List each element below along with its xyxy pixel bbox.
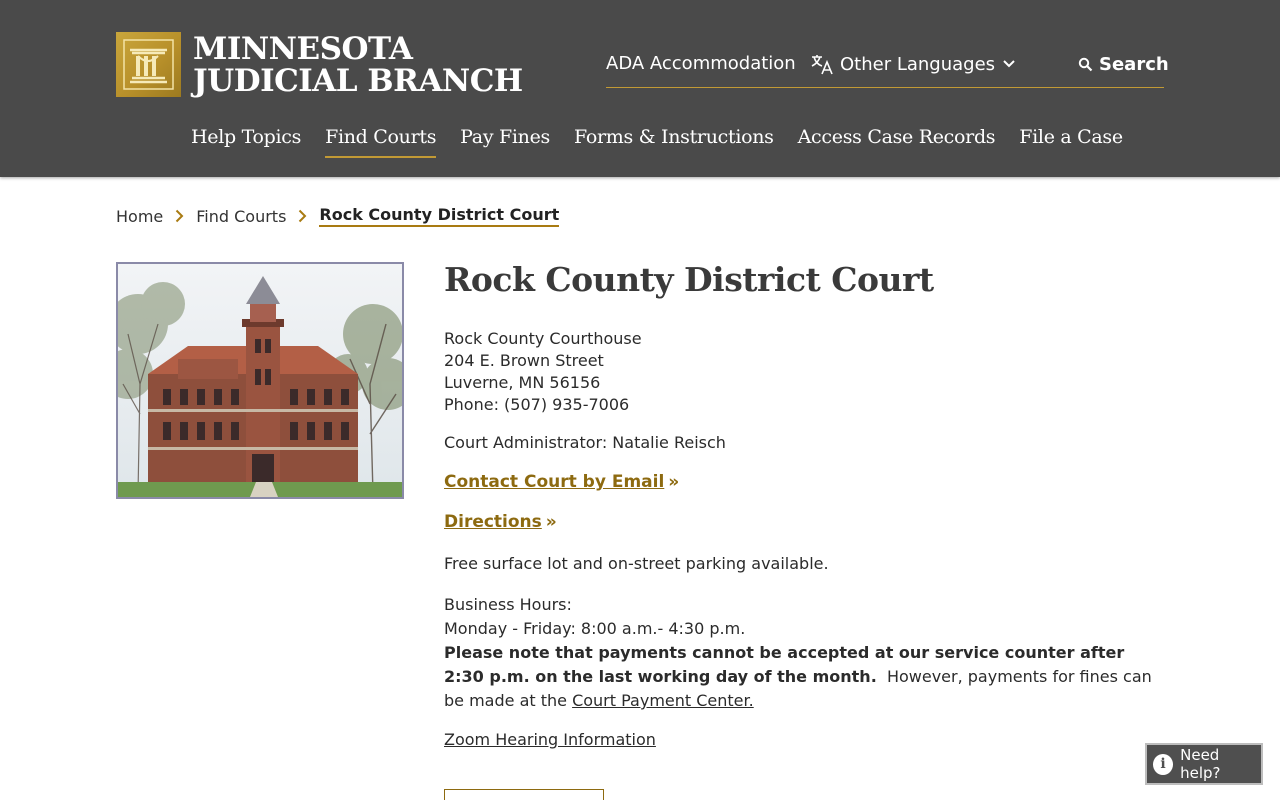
link-arrow: » [668, 472, 680, 492]
breadcrumb-home[interactable]: Home [116, 207, 163, 226]
other-languages-label: Other Languages [840, 53, 996, 75]
need-help-label: Need help? [1180, 746, 1221, 782]
court-address: Rock County Courthouse 204 E. Brown Stre… [444, 328, 1164, 416]
court-payment-center-link[interactable]: Court Payment Center. [572, 691, 754, 710]
nav-forms-instructions[interactable]: Forms & Instructions [574, 126, 774, 158]
courthouse-photo [116, 262, 404, 499]
search-label: Search [1099, 54, 1169, 75]
breadcrumb: Home Find Courts Rock County District Co… [116, 205, 560, 227]
zoom-hearing-link[interactable]: Zoom Hearing Information [444, 729, 656, 751]
nav-access-case-records[interactable]: Access Case Records [798, 126, 996, 158]
hours-value: Monday - Friday: 8:00 a.m.- 4:30 p.m. [444, 619, 746, 638]
page-title: Rock County District Court [444, 260, 934, 299]
business-hours: Business Hours: Monday - Friday: 8:00 a.… [444, 593, 1164, 713]
link-arrow: » [545, 512, 557, 532]
nav-help-topics[interactable]: Help Topics [191, 126, 301, 158]
address-line-building: Rock County Courthouse [444, 329, 642, 348]
logo-wordmark: MINNESOTA JUDICIAL BRANCH [193, 33, 523, 97]
parking-info: Free surface lot and on-street parking a… [444, 554, 829, 573]
directions-row: Directions» [444, 511, 1164, 533]
directions-link[interactable]: Directions [444, 511, 542, 533]
contact-email-row: Contact Court by Email» [444, 471, 1164, 493]
address-line-phone: Phone: (507) 935-7006 [444, 395, 630, 414]
other-languages-dropdown[interactable]: Other Languages [810, 53, 1015, 75]
site-logo[interactable]: MINNESOTA JUDICIAL BRANCH [116, 32, 523, 97]
chevron-right-icon [298, 209, 307, 223]
main-nav: Help Topics Find Courts Pay Fines Forms … [191, 126, 1147, 158]
court-administrator: Court Administrator: Natalie Reisch [444, 433, 726, 452]
search-button[interactable]: Search [1078, 54, 1169, 75]
nav-file-a-case[interactable]: File a Case [1019, 126, 1123, 158]
breadcrumb-find-courts[interactable]: Find Courts [196, 207, 286, 226]
chevron-right-icon [175, 209, 184, 223]
content-button-outline[interactable] [444, 789, 604, 800]
logo-line-1: MINNESOTA [193, 30, 413, 67]
nav-pay-fines[interactable]: Pay Fines [460, 126, 550, 158]
site-header: MINNESOTA JUDICIAL BRANCH ADA Accommodat… [0, 0, 1280, 177]
chevron-down-icon [1003, 60, 1015, 68]
address-line-city: Luverne, MN 56156 [444, 373, 601, 392]
breadcrumb-current: Rock County District Court [319, 205, 560, 227]
need-help-button[interactable]: i Need help? [1145, 743, 1263, 785]
address-line-street: 204 E. Brown Street [444, 351, 604, 370]
court-details: Rock County District Court Rock County C… [444, 258, 1164, 751]
payment-note: Please note that payments cannot be acce… [444, 641, 1164, 713]
info-icon: i [1153, 753, 1174, 775]
ada-accommodation-link[interactable]: ADA Accommodation [606, 53, 796, 74]
search-icon [1078, 57, 1093, 72]
utility-nav: ADA Accommodation Other Languages Search [606, 48, 1169, 88]
contact-court-email-link[interactable]: Contact Court by Email [444, 471, 664, 493]
nav-find-courts[interactable]: Find Courts [325, 126, 436, 158]
logo-line-2: JUDICIAL BRANCH [193, 62, 523, 99]
courthouse-logo-icon [116, 32, 181, 97]
hours-label: Business Hours: [444, 595, 572, 614]
translate-icon [810, 53, 834, 75]
